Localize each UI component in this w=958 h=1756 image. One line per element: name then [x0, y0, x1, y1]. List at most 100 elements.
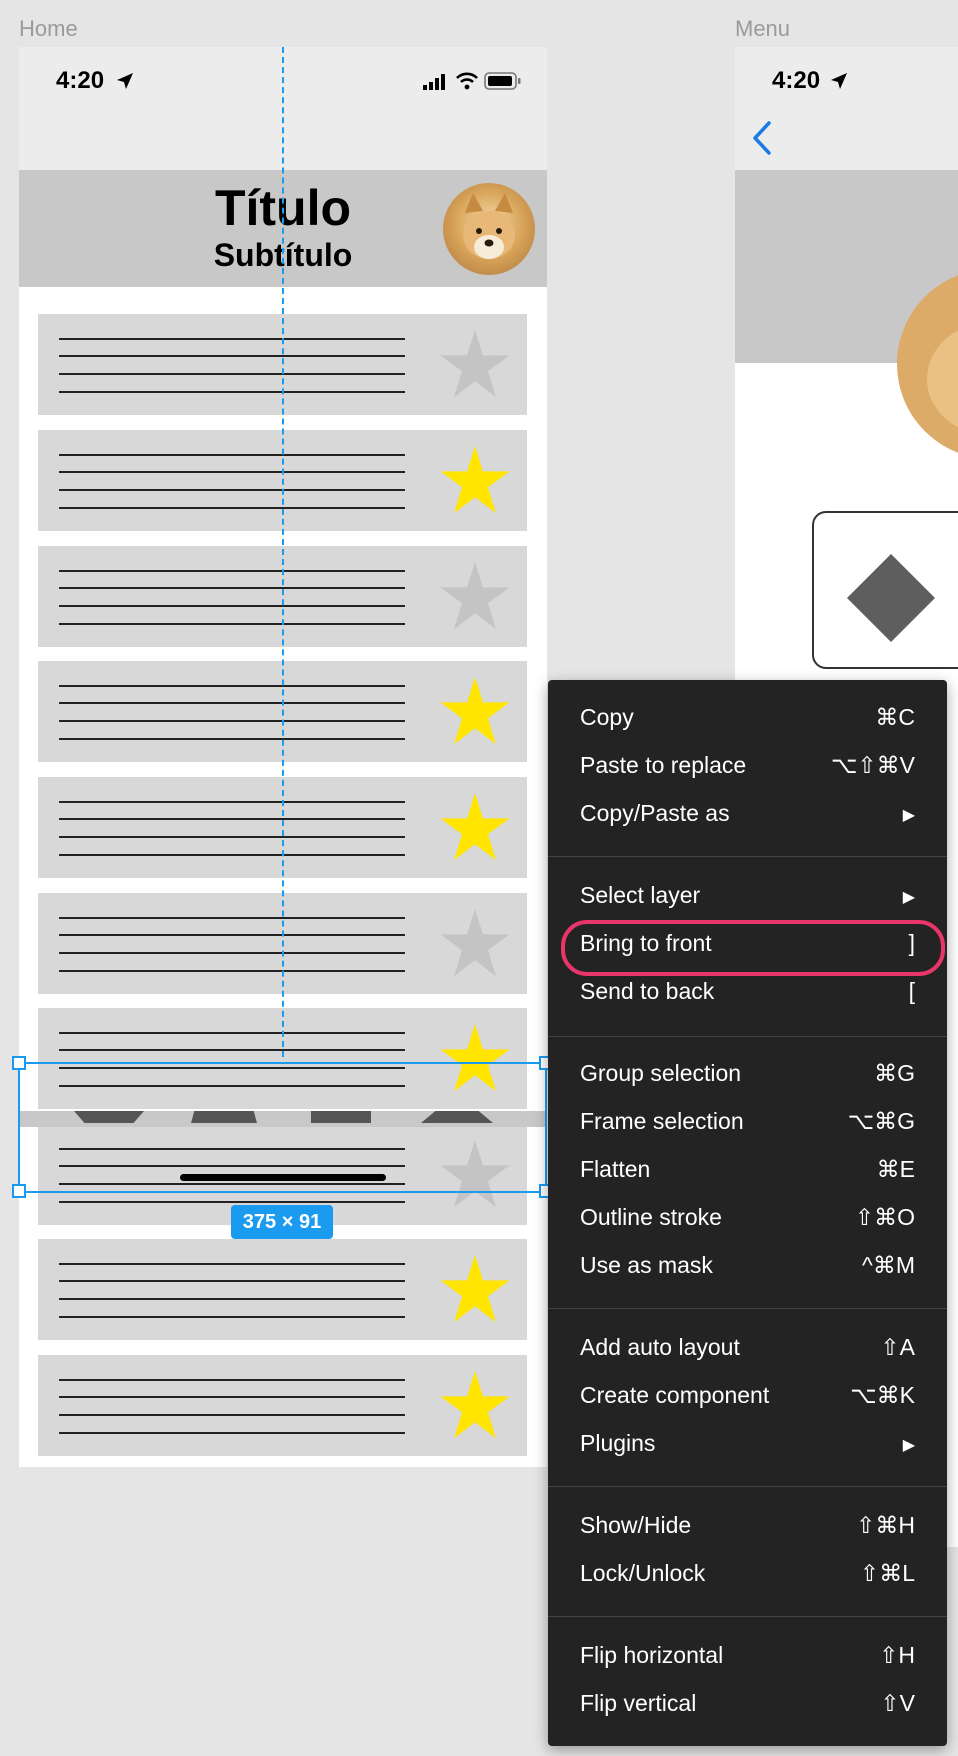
menu-item-shortcut: ⇧V — [880, 1690, 915, 1716]
menu-item-outline-stroke[interactable]: Outline stroke ⇧⌘O — [548, 1198, 947, 1242]
menu-item-create-component[interactable]: Create component ⌥⌘K — [548, 1376, 947, 1420]
menu-item-label: Flip vertical — [580, 1690, 697, 1716]
text-line — [59, 338, 405, 340]
text-line — [59, 720, 405, 722]
list-item[interactable] — [38, 1239, 527, 1340]
submenu-arrow-icon: ▶ — [902, 889, 915, 906]
text-line — [59, 1049, 405, 1051]
star-icon[interactable] — [439, 907, 511, 979]
menu-item-label: Outline stroke — [580, 1204, 722, 1230]
list-item[interactable] — [38, 1355, 527, 1456]
text-line — [59, 1414, 405, 1416]
menu-item-label: Use as mask — [580, 1252, 713, 1278]
menu-item-shortcut: ⇧H — [879, 1642, 915, 1668]
menu-item-send-to-back[interactable]: Send to back [ — [548, 972, 947, 1016]
text-line — [59, 854, 405, 856]
text-line — [59, 355, 405, 357]
text-line — [59, 454, 405, 456]
text-line — [59, 471, 405, 473]
status-time: 4:20 — [56, 67, 105, 94]
text-line — [59, 391, 405, 393]
star-icon[interactable] — [439, 675, 511, 747]
menu-item-label: Send to back — [580, 978, 715, 1004]
menu-separator — [548, 1036, 947, 1037]
menu-item-shortcut: [ — [908, 978, 915, 1004]
text-line — [59, 917, 405, 919]
menu-item-label: Lock/Unlock — [580, 1560, 706, 1586]
menu-item-frame-selection[interactable]: Frame selection ⌥⌘G — [548, 1102, 947, 1146]
text-line — [59, 934, 405, 936]
star-icon[interactable] — [439, 560, 511, 632]
location-arrow-icon — [117, 73, 133, 89]
signal-icon — [423, 74, 445, 90]
text-line — [59, 489, 405, 491]
menu-item-shortcut: ⌥⌘K — [850, 1382, 915, 1408]
star-icon[interactable] — [439, 1369, 511, 1441]
text-line — [59, 952, 405, 954]
menu-item-lock-unlock[interactable]: Lock/Unlock ⇧⌘L — [548, 1554, 947, 1598]
text-line — [59, 702, 405, 704]
star-icon[interactable] — [439, 444, 511, 516]
star-icon[interactable] — [439, 791, 511, 863]
star-icon[interactable] — [439, 1253, 511, 1325]
menu-item-select-layer[interactable]: Select layer ▶ — [548, 876, 947, 920]
back-chevron-icon[interactable] — [751, 121, 773, 155]
menu-item-label: Create component — [580, 1382, 770, 1408]
text-line — [59, 1032, 405, 1034]
battery-icon — [484, 72, 521, 90]
menu-item-shortcut: ⇧⌘L — [859, 1560, 915, 1586]
star-icon[interactable] — [439, 328, 511, 400]
menu-item-label: Paste to replace — [580, 752, 747, 778]
text-line — [59, 738, 405, 740]
menu-item-copy-paste-as[interactable]: Copy/Paste as ▶ — [548, 794, 947, 838]
menu-item-use-as-mask[interactable]: Use as mask ^⌘M — [548, 1246, 947, 1290]
menu-item-shortcut: ⌥⌘G — [847, 1108, 915, 1134]
menu-item-paste-to-replace[interactable]: Paste to replace ⌥⇧⌘V — [548, 746, 947, 790]
selection-handle-bottom-left[interactable] — [12, 1184, 26, 1198]
frame-label-home[interactable]: Home — [19, 16, 78, 42]
menu-item-label: Copy — [580, 704, 634, 730]
menu-item-group-selection[interactable]: Group selection ⌘G — [548, 1054, 947, 1098]
text-line — [59, 818, 405, 820]
text-line — [59, 1201, 405, 1203]
selection-box[interactable] — [18, 1062, 547, 1193]
avatar — [897, 275, 958, 453]
menu-item-shortcut: ⌘G — [874, 1060, 915, 1086]
menu-item-label: Group selection — [580, 1060, 742, 1086]
context-menu: Copy ⌘C Paste to replace ⌥⇧⌘V Copy/Paste as ▶… — [548, 680, 947, 1746]
text-line — [59, 570, 405, 572]
text-line — [59, 605, 405, 607]
wifi-icon — [456, 72, 478, 90]
menu-item-label: Frame selection — [580, 1108, 744, 1134]
menu-item-shortcut: ^⌘M — [862, 1252, 915, 1278]
menu-item-shortcut: ⌘E — [876, 1156, 915, 1182]
text-line — [59, 1396, 405, 1398]
frame-label-menu[interactable]: Menu — [735, 16, 790, 42]
menu-item-shortcut: ⌥⇧⌘V — [830, 752, 915, 778]
menu-item-plugins[interactable]: Plugins ▶ — [548, 1424, 947, 1468]
text-line — [59, 1298, 405, 1300]
menu-item-label: Show/Hide — [580, 1512, 692, 1538]
menu-item-show-hide[interactable]: Show/Hide ⇧⌘H — [548, 1506, 947, 1550]
menu-item-shortcut: ⇧⌘H — [856, 1512, 915, 1538]
text-line — [59, 1379, 405, 1381]
text-line — [59, 373, 405, 375]
menu-item-copy[interactable]: Copy ⌘C — [548, 698, 947, 742]
avatar — [443, 183, 535, 275]
status-time: 4:20 — [772, 67, 821, 94]
menu-separator — [548, 1308, 947, 1309]
selection-handle-top-left[interactable] — [12, 1056, 26, 1070]
text-line — [59, 836, 405, 838]
menu-item-flatten[interactable]: Flatten ⌘E — [548, 1150, 947, 1194]
menu-item-label: Add auto layout — [580, 1334, 740, 1360]
menu-item-flip-vertical[interactable]: Flip vertical ⇧V — [548, 1684, 947, 1728]
menu-item-add-auto-layout[interactable]: Add auto layout ⇧A — [548, 1328, 947, 1372]
highlight-ring — [561, 920, 945, 976]
submenu-arrow-icon: ▶ — [902, 1437, 915, 1454]
menu-item-shortcut: ⌘C — [875, 704, 915, 730]
menu-separator — [548, 1486, 947, 1487]
selection-size-badge: 375 × 91 — [231, 1205, 333, 1239]
guide-line — [282, 47, 284, 1057]
menu-item-label: Plugins — [580, 1430, 656, 1456]
menu-item-flip-horizontal[interactable]: Flip horizontal ⇧H — [548, 1636, 947, 1680]
